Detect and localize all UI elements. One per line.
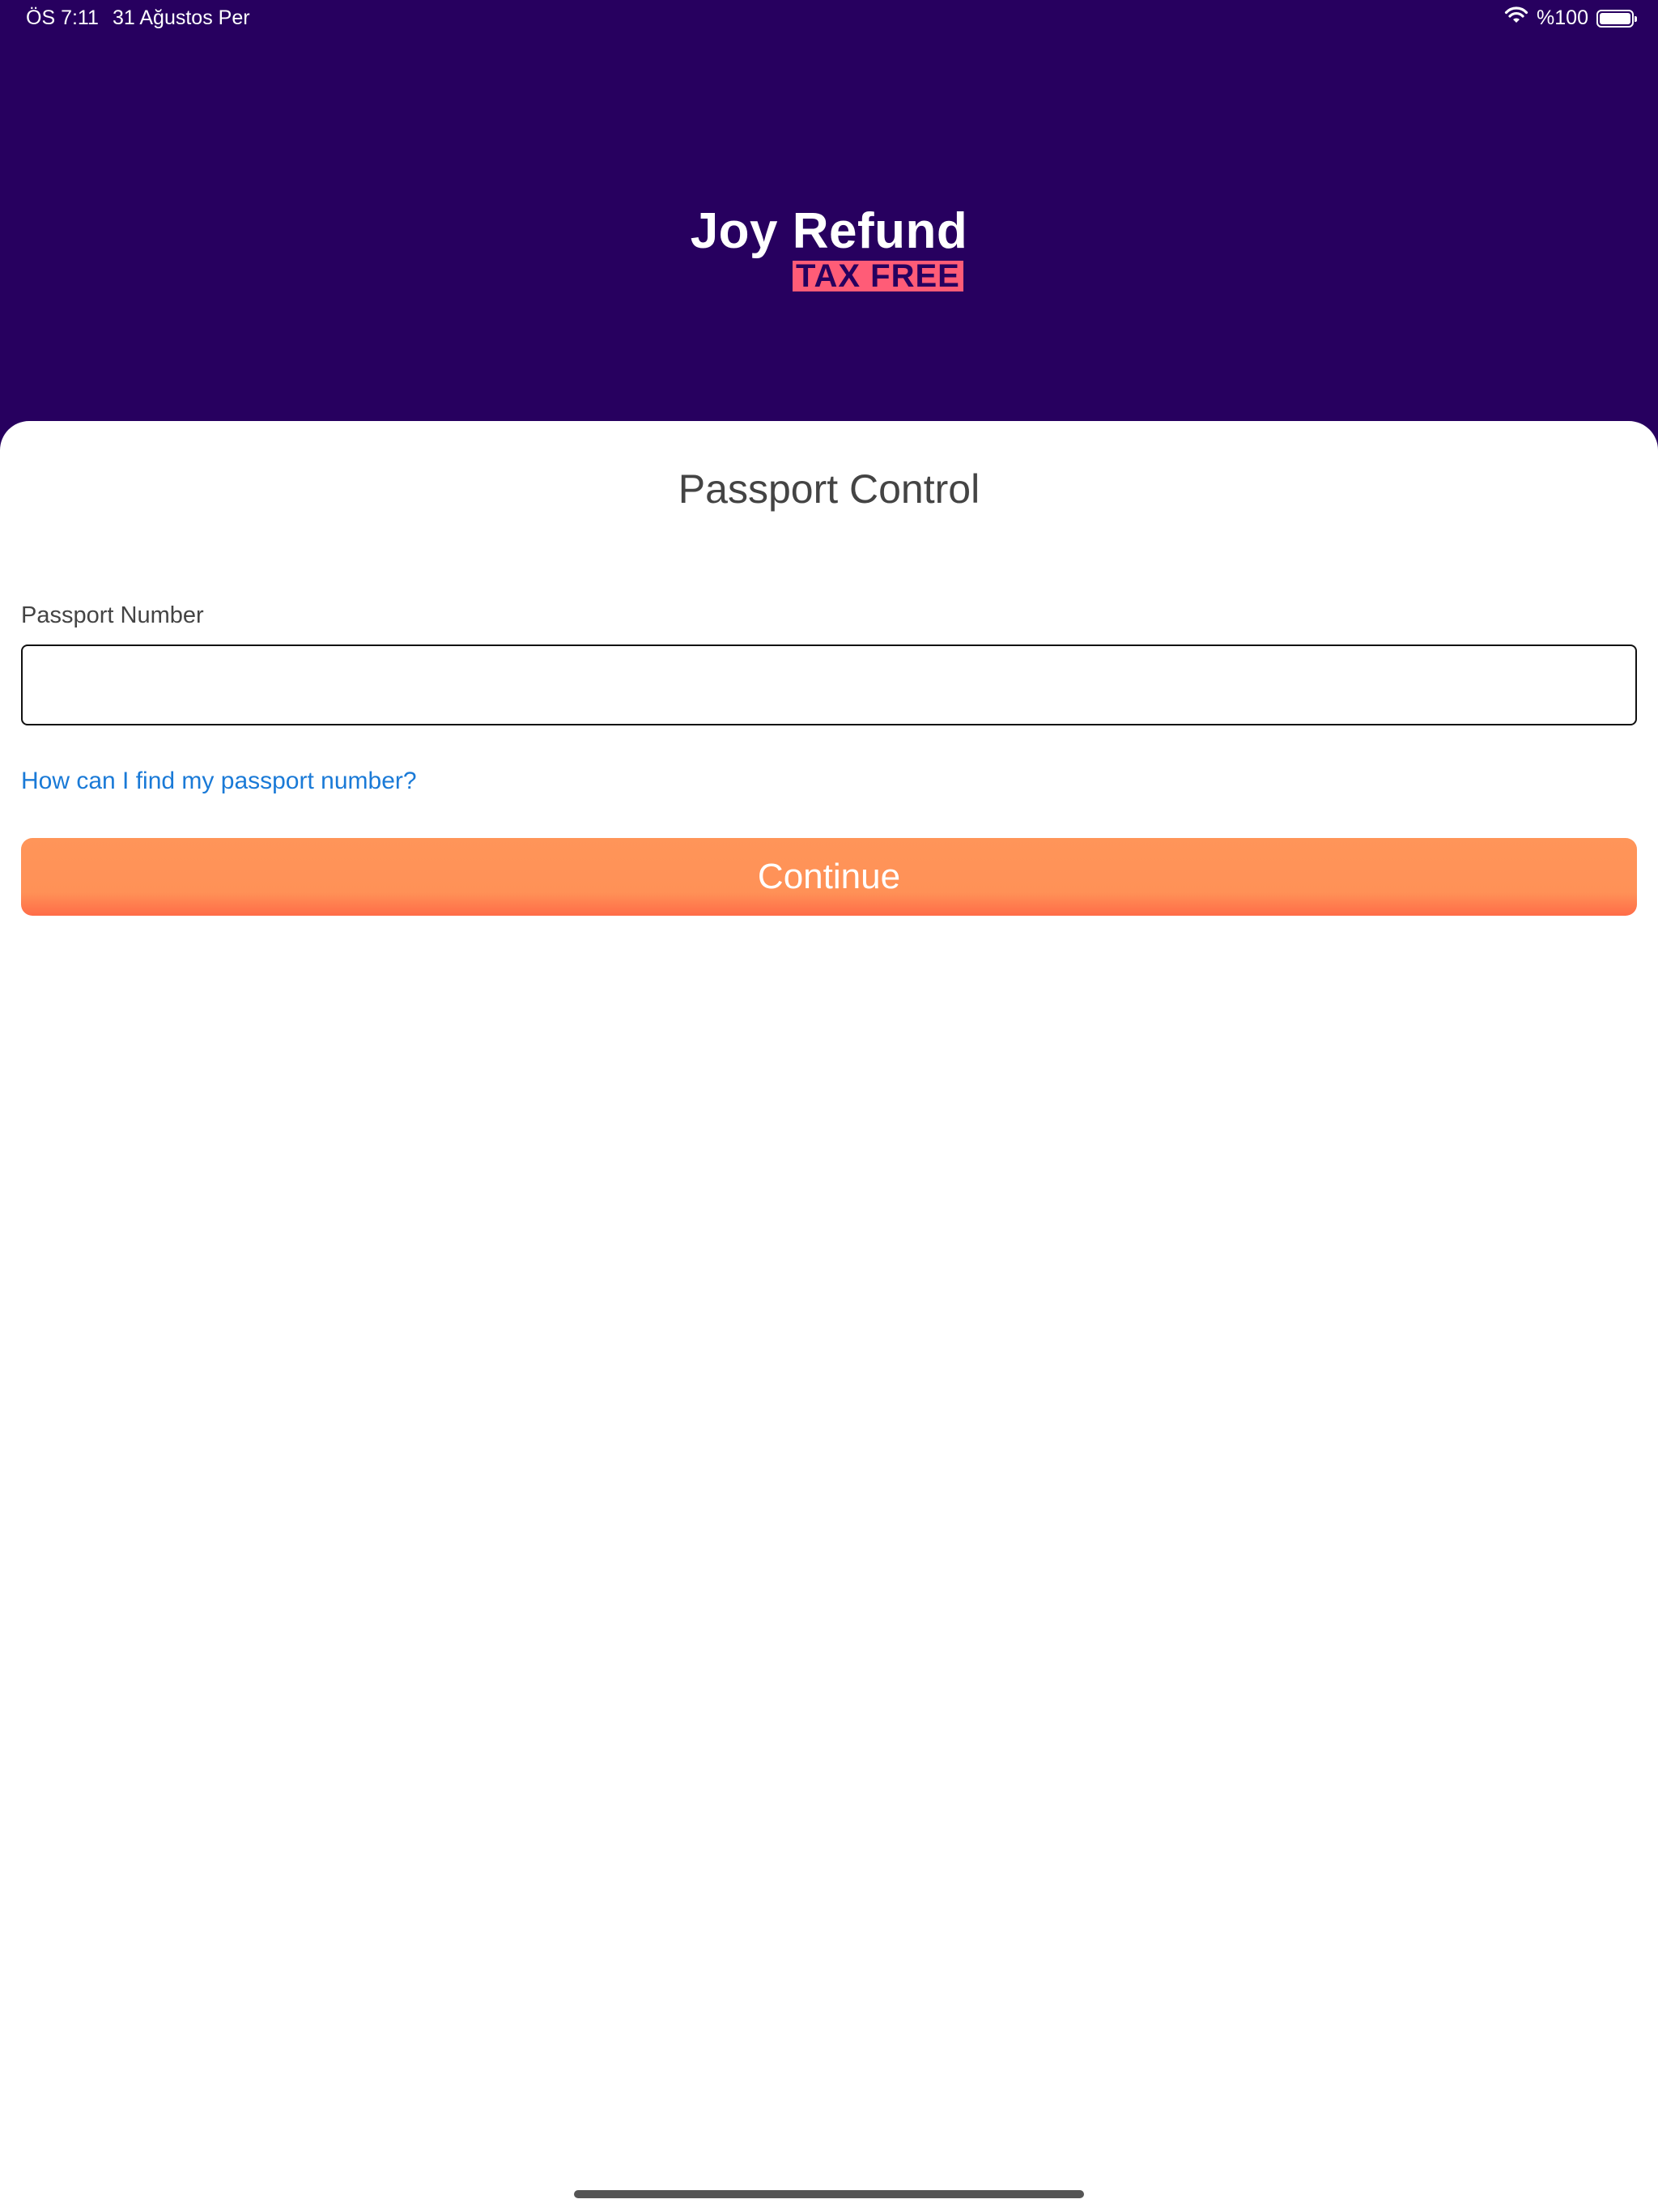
app-screen: ÖS 7:11 31 Ağustos Per %100 Joy Refund T…: [0, 0, 1658, 2212]
status-time: ÖS 7:11: [26, 6, 99, 29]
passport-help-link[interactable]: How can I find my passport number?: [21, 768, 417, 795]
home-indicator[interactable]: [574, 2190, 1084, 2198]
app-logo: Joy Refund TAX FREE: [0, 202, 1658, 292]
logo-subtitle-wrap: TAX FREE: [793, 260, 963, 292]
page-title: Passport Control: [678, 466, 980, 512]
wifi-icon: [1504, 6, 1528, 30]
battery-percent: %100: [1537, 6, 1588, 29]
continue-button[interactable]: Continue: [21, 838, 1637, 916]
logo-subtitle: TAX FREE: [793, 260, 963, 292]
passport-number-input[interactable]: [21, 644, 1637, 725]
status-bar: ÖS 7:11 31 Ağustos Per %100: [0, 0, 1658, 39]
logo-title: Joy Refund: [690, 203, 968, 259]
status-indicators: %100: [1504, 6, 1637, 30]
status-date: 31 Ağustos Per: [113, 6, 250, 29]
passport-number-label: Passport Number: [21, 602, 204, 628]
content-sheet: Passport Control Passport Number How can…: [0, 421, 1658, 2212]
battery-icon: [1596, 9, 1637, 28]
